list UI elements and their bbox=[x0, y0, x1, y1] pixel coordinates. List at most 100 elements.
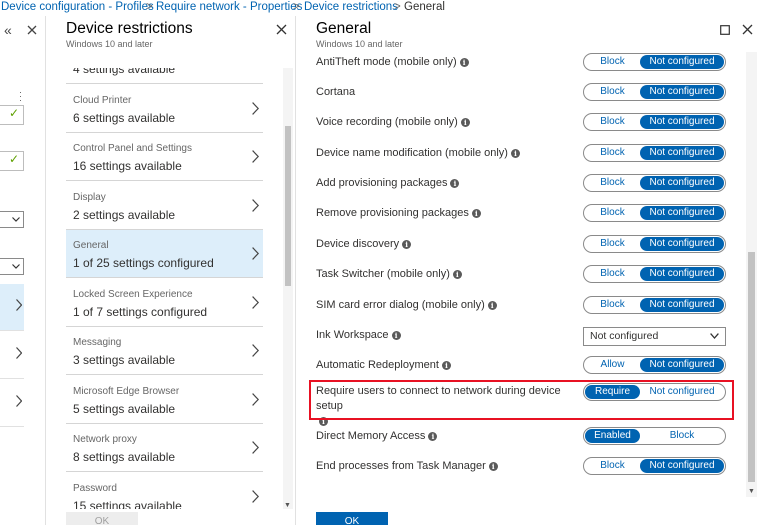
category-item[interactable]: General 1 of 25 settings configured bbox=[66, 230, 263, 278]
setting-dropdown[interactable]: Not configured bbox=[583, 327, 726, 346]
toggle-option-left[interactable]: Block bbox=[585, 146, 640, 160]
toggle-option-left[interactable]: Block bbox=[585, 176, 640, 190]
setting-toggle[interactable]: Block Not configured bbox=[583, 457, 726, 475]
toggle-option-left[interactable]: Block bbox=[585, 115, 640, 129]
toggle-option-left[interactable]: Block bbox=[585, 459, 640, 473]
toggle-option-right[interactable]: Not configured bbox=[640, 206, 724, 220]
info-icon[interactable]: i bbox=[441, 361, 451, 370]
breadcrumb-require-network[interactable]: Require network - Properties bbox=[156, 0, 302, 14]
settings-row[interactable] bbox=[0, 284, 24, 331]
more-icon[interactable]: · · · bbox=[19, 88, 22, 105]
valid-field[interactable]: ✓ bbox=[0, 151, 24, 171]
category-item[interactable]: Locked Screen Experience 1 of 7 settings … bbox=[66, 279, 263, 327]
toggle-option-right[interactable]: Not configured bbox=[640, 176, 724, 190]
category-item[interactable]: Display 2 settings available bbox=[66, 182, 263, 230]
breadcrumb-device-configuration[interactable]: Device configuration - Profiles bbox=[1, 0, 154, 14]
dropdown-field[interactable] bbox=[0, 258, 24, 275]
toggle-option-left[interactable]: Block bbox=[585, 237, 640, 251]
toggle-option-right[interactable]: Not configured bbox=[640, 237, 724, 251]
info-icon[interactable]: i bbox=[452, 270, 462, 279]
device-restrictions-blade: Device restrictions Windows 10 and later… bbox=[46, 16, 296, 525]
blade-title: General bbox=[316, 20, 372, 37]
category-detail: 1 of 7 settings configured bbox=[73, 304, 208, 319]
category-name: General bbox=[73, 240, 109, 251]
setting-toggle[interactable]: Block Not configured bbox=[583, 296, 726, 314]
ok-button[interactable]: OK bbox=[316, 512, 388, 525]
setting-row: Device name modification (mobile only) i B… bbox=[296, 143, 746, 173]
info-icon[interactable]: i bbox=[391, 331, 401, 340]
setting-toggle[interactable]: Enabled Block bbox=[583, 427, 726, 445]
collapse-icon[interactable]: « bbox=[4, 22, 12, 38]
info-icon[interactable]: i bbox=[402, 240, 412, 249]
category-item[interactable]: Control Panel and Settings 16 settings av… bbox=[66, 133, 263, 181]
toggle-option-left[interactable]: Block bbox=[585, 298, 640, 312]
close-icon[interactable] bbox=[27, 22, 37, 38]
info-icon[interactable]: i bbox=[459, 58, 469, 67]
setting-toggle[interactable]: Block Not configured bbox=[583, 53, 726, 71]
category-item[interactable]: Cloud Printer 6 settings available bbox=[66, 85, 263, 133]
category-detail: 6 settings available bbox=[73, 110, 176, 125]
toggle-option-right[interactable]: Not configured bbox=[640, 115, 724, 129]
setting-toggle[interactable]: Block Not configured bbox=[583, 113, 726, 131]
toggle-option-right[interactable]: Not configured bbox=[640, 85, 724, 99]
blade-title: Device restrictions bbox=[66, 20, 193, 37]
close-icon[interactable] bbox=[276, 22, 287, 40]
settings-row[interactable] bbox=[0, 380, 24, 427]
category-item[interactable]: Password 15 settings available bbox=[66, 473, 263, 509]
toggle-option-left[interactable]: Block bbox=[585, 55, 640, 69]
info-icon[interactable]: i bbox=[488, 462, 498, 471]
setting-toggle[interactable]: Block Not configured bbox=[583, 174, 726, 192]
category-item[interactable]: Network proxy 8 settings available bbox=[66, 424, 263, 472]
toggle-option-left[interactable]: Block bbox=[585, 85, 640, 99]
scroll-down-icon[interactable]: ▼ bbox=[748, 488, 755, 495]
info-icon[interactable]: i bbox=[487, 301, 497, 310]
toggle-option-right[interactable]: Not configured bbox=[640, 459, 724, 473]
toggle-option-right[interactable]: Not configured bbox=[640, 146, 724, 160]
dropdown-value: Not configured bbox=[590, 330, 659, 342]
chevron-right-icon bbox=[252, 247, 259, 260]
settings-list: AntiTheft mode (mobile only) i Block Not co… bbox=[296, 52, 746, 497]
toggle-option-left[interactable]: Block bbox=[585, 206, 640, 220]
info-icon[interactable]: i bbox=[510, 149, 520, 158]
category-item[interactable]: Microsoft Edge Browser 5 settings availab… bbox=[66, 376, 263, 424]
scrollbar[interactable]: ▼ bbox=[283, 68, 293, 509]
setting-row: Direct Memory Access i Enabled Block bbox=[296, 426, 746, 456]
toggle-option-right[interactable]: Not configured bbox=[640, 298, 724, 312]
close-icon[interactable] bbox=[742, 22, 753, 40]
info-icon[interactable]: i bbox=[450, 179, 460, 188]
settings-row[interactable] bbox=[0, 332, 24, 379]
info-icon[interactable]: i bbox=[471, 209, 481, 218]
toggle-option-right[interactable]: Not configured bbox=[640, 267, 724, 281]
breadcrumb-device-restrictions[interactable]: Device restrictions bbox=[304, 0, 398, 14]
setting-label-text: Voice recording (mobile only) bbox=[316, 116, 458, 128]
toggle-option-right[interactable]: Block bbox=[640, 429, 724, 443]
setting-toggle[interactable]: Block Not configured bbox=[583, 83, 726, 101]
maximize-icon[interactable] bbox=[720, 22, 730, 40]
toggle-option-right[interactable]: Not configured bbox=[640, 358, 724, 372]
setting-toggle[interactable]: Block Not configured bbox=[583, 204, 726, 222]
setting-toggle[interactable]: Block Not configured bbox=[583, 235, 726, 253]
dropdown-field[interactable] bbox=[0, 211, 24, 228]
info-icon[interactable]: i bbox=[460, 118, 470, 127]
setting-toggle[interactable]: Block Not configured bbox=[583, 144, 726, 162]
category-list: 4 settings available Cloud Printer 6 setti… bbox=[66, 68, 308, 509]
category-item[interactable]: Messaging 3 settings available bbox=[66, 327, 263, 375]
chevron-right-icon bbox=[252, 489, 259, 503]
chevron-right-icon bbox=[252, 150, 259, 163]
toggle-option-right[interactable]: Not configured bbox=[640, 55, 724, 69]
toggle-option-left[interactable]: Enabled bbox=[585, 429, 640, 443]
scrollbar-thumb[interactable] bbox=[748, 252, 755, 482]
setting-toggle[interactable]: Allow Not configured bbox=[583, 356, 726, 374]
info-icon[interactable]: i bbox=[428, 432, 438, 441]
scrollbar[interactable]: ▼ bbox=[746, 52, 757, 497]
scroll-down-icon[interactable]: ▼ bbox=[284, 502, 291, 509]
scrollbar-thumb[interactable] bbox=[285, 126, 291, 286]
valid-field[interactable]: ✓ bbox=[0, 105, 24, 125]
setting-toggle[interactable]: Block Not configured bbox=[583, 265, 726, 283]
category-item[interactable]: 4 settings available bbox=[66, 68, 263, 84]
breadcrumb-separator: > bbox=[394, 1, 401, 13]
chevron-right-icon bbox=[252, 392, 259, 406]
setting-label: SIM card error dialog (mobile only) i bbox=[316, 299, 497, 311]
toggle-option-left[interactable]: Allow bbox=[585, 358, 640, 372]
toggle-option-left[interactable]: Block bbox=[585, 267, 640, 281]
